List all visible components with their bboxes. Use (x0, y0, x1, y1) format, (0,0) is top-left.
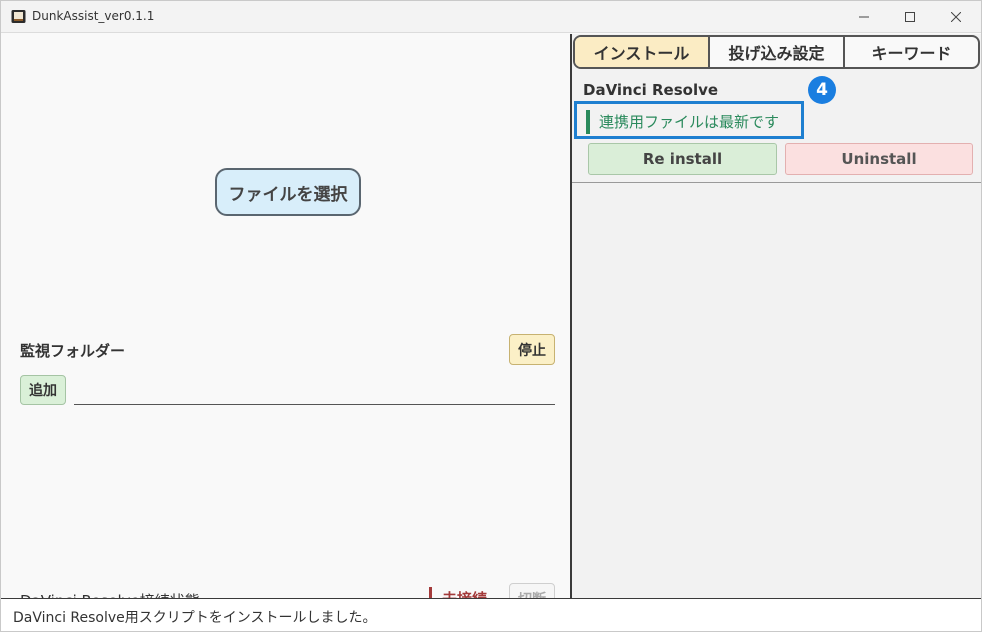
tab-install[interactable]: インストール (575, 37, 710, 67)
annotation-badge: 4 (808, 76, 836, 104)
uninstall-button[interactable]: Uninstall (785, 143, 973, 175)
tab-drop-settings[interactable]: 投げ込み設定 (710, 37, 845, 67)
window-title: DunkAssist_ver0.1.1 (32, 9, 155, 23)
watch-folder-label: 監視フォルダー (20, 342, 126, 360)
file-status: 連携用ファイルは最新です (586, 110, 779, 134)
minimize-icon (859, 16, 869, 18)
add-folder-button[interactable]: 追加 (20, 375, 66, 405)
stop-button[interactable]: 停止 (509, 334, 555, 365)
reinstall-button[interactable]: Re install (588, 143, 777, 175)
maximize-icon (905, 12, 915, 22)
section-divider (572, 182, 981, 183)
close-icon (951, 12, 961, 22)
tab-bar: インストール 投げ込み設定 キーワード (573, 35, 980, 69)
watch-folder-input[interactable] (74, 377, 555, 405)
title-bar[interactable]: DunkAssist_ver0.1.1 (1, 1, 981, 33)
tab-keywords[interactable]: キーワード (845, 37, 978, 67)
select-file-button[interactable]: ファイルを選択 (215, 168, 361, 216)
maximize-button[interactable] (887, 1, 933, 33)
status-bar: DaVinci Resolve用スクリプトをインストールしました。 (1, 598, 981, 631)
minimize-button[interactable] (841, 1, 887, 33)
status-message: DaVinci Resolve用スクリプトをインストールしました。 (13, 610, 377, 626)
resolve-section-title: DaVinci Resolve (583, 81, 719, 99)
right-panel: インストール 投げ込み設定 キーワード DaVinci Resolve 4 連携… (572, 34, 981, 598)
app-icon (11, 10, 26, 23)
app-window: DunkAssist_ver0.1.1 ファイルを選択 監視フォルダー 停止 追… (0, 0, 982, 632)
left-panel: ファイルを選択 監視フォルダー 停止 追加 DaVinci Resolve接続状… (2, 34, 570, 614)
close-button[interactable] (933, 1, 979, 33)
